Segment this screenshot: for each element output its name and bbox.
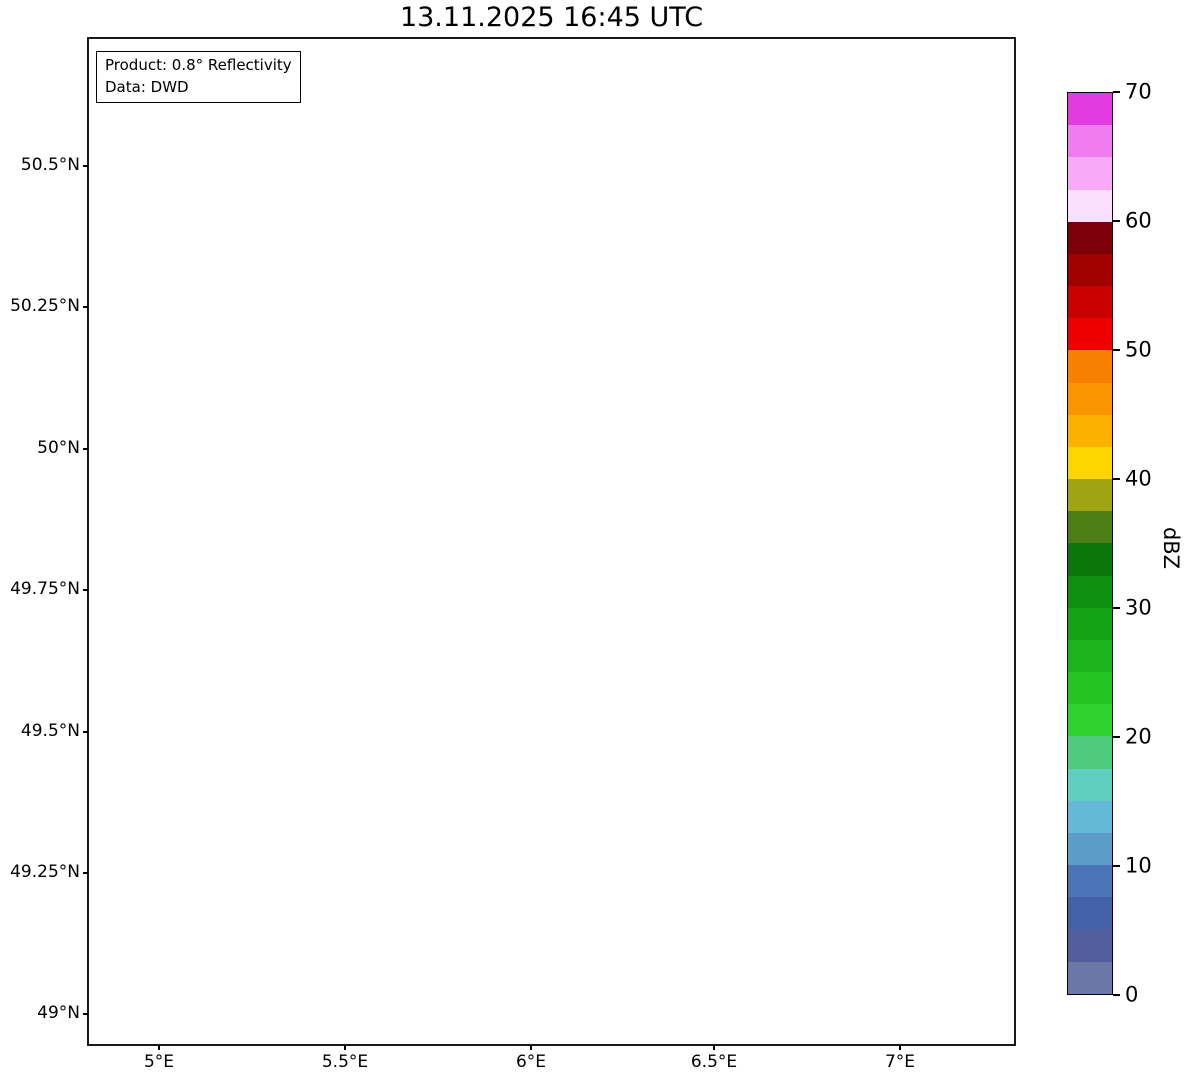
colorbar-band xyxy=(1068,929,1112,962)
colorbar-band xyxy=(1068,607,1112,640)
colorbar-band xyxy=(1068,672,1112,705)
data-source-line: Data: DWD xyxy=(105,78,189,97)
colorbar-tick-label: 0 xyxy=(1125,982,1139,1007)
y-tick-label: 49.75°N xyxy=(10,579,80,600)
x-tick-mark xyxy=(530,1045,532,1050)
colorbar-band xyxy=(1068,350,1112,383)
x-tick-label: 6°E xyxy=(515,1052,547,1072)
colorbar-tick-mark xyxy=(1113,349,1120,351)
colorbar-band xyxy=(1068,897,1112,930)
x-tick-mark xyxy=(899,1045,901,1050)
colorbar-band xyxy=(1068,446,1112,480)
y-tick-mark xyxy=(83,448,88,450)
colorbar-band xyxy=(1068,768,1112,801)
x-tick-label: 7°E xyxy=(884,1052,916,1072)
colorbar-band xyxy=(1068,961,1112,994)
colorbar-band xyxy=(1068,865,1112,898)
colorbar-band xyxy=(1068,575,1112,608)
y-tick-label: 49.25°N xyxy=(10,862,80,883)
x-tick-mark xyxy=(713,1045,715,1050)
colorbar-tick-mark xyxy=(1113,607,1120,609)
y-tick-mark xyxy=(83,165,88,167)
colorbar-tick-mark xyxy=(1113,865,1120,867)
colorbar-band xyxy=(1068,832,1112,866)
colorbar-band xyxy=(1068,221,1112,254)
colorbar-tick-mark xyxy=(1113,220,1120,222)
colorbar-tick-label: 60 xyxy=(1125,208,1152,233)
colorbar-tick-label: 20 xyxy=(1125,724,1152,749)
colorbar-tick-mark xyxy=(1113,736,1120,738)
colorbar-axis-label: dBZ xyxy=(1159,526,1183,570)
colorbar-tick-mark xyxy=(1113,478,1120,480)
y-tick-mark xyxy=(83,589,88,591)
y-tick-label: 49.5°N xyxy=(20,721,80,742)
colorbar-band xyxy=(1068,543,1112,576)
product-info-box: Product: 0.8° Reflectivity Data: DWD xyxy=(96,51,301,104)
x-tick-mark xyxy=(344,1045,346,1050)
y-tick-mark xyxy=(83,872,88,874)
x-tick-label: 6.5°E xyxy=(690,1052,738,1072)
colorbar-band xyxy=(1068,511,1112,544)
map-svg xyxy=(87,37,1016,1046)
x-tick-label: 5.5°E xyxy=(321,1052,369,1072)
colorbar-band xyxy=(1068,253,1112,287)
y-tick-label: 50°N xyxy=(37,438,80,459)
x-tick-mark xyxy=(158,1045,160,1050)
colorbar-band xyxy=(1068,704,1112,737)
y-tick-label: 49°N xyxy=(37,1003,80,1024)
colorbar-band xyxy=(1068,157,1112,190)
colorbar-tick-label: 40 xyxy=(1125,466,1152,491)
colorbar-band xyxy=(1068,189,1112,222)
colorbar-band xyxy=(1068,800,1112,833)
colorbar-tick-mark xyxy=(1113,91,1120,93)
colorbar-band xyxy=(1068,93,1112,126)
colorbar-tick-label: 50 xyxy=(1125,337,1152,362)
colorbar-band xyxy=(1068,639,1112,673)
colorbar-band xyxy=(1068,479,1112,512)
y-tick-mark xyxy=(83,731,88,733)
plot-frame xyxy=(87,37,1016,1046)
y-tick-mark xyxy=(83,1013,88,1015)
colorbar xyxy=(1067,92,1113,995)
y-tick-mark xyxy=(83,306,88,308)
colorbar-band xyxy=(1068,125,1112,158)
colorbar-band xyxy=(1068,736,1112,769)
radar-map-figure: 13.11.2025 16:45 UTC Product: 0.8° Refle… xyxy=(0,0,1202,1081)
colorbar-tick-label: 10 xyxy=(1125,853,1152,878)
x-tick-label: 5°E xyxy=(143,1052,175,1072)
colorbar-band xyxy=(1068,286,1112,319)
colorbar-band xyxy=(1068,414,1112,447)
product-line: Product: 0.8° Reflectivity xyxy=(105,56,292,74)
y-tick-label: 50.25°N xyxy=(10,296,80,317)
colorbar-band xyxy=(1068,318,1112,351)
colorbar-tick-mark xyxy=(1113,994,1120,996)
colorbar-band xyxy=(1068,382,1112,415)
y-tick-label: 50.5°N xyxy=(20,155,80,176)
colorbar-tick-label: 30 xyxy=(1125,595,1152,620)
colorbar-tick-label: 70 xyxy=(1125,79,1152,104)
